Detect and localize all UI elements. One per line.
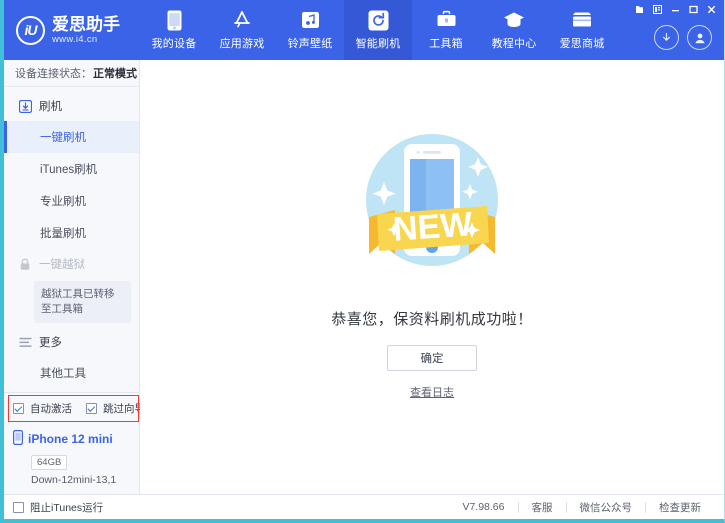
sidebar-item-label: 专业刷机 — [40, 196, 86, 208]
appstore-icon — [231, 9, 253, 31]
nav-smart-flash[interactable]: 智能刷机 — [344, 0, 412, 60]
nav-label: 应用游戏 — [220, 35, 265, 51]
success-message: 恭喜您，保资料刷机成功啦！ — [331, 308, 533, 329]
music-icon — [299, 9, 321, 31]
sidebar-item-itunes-flash[interactable]: iTunes刷机 — [4, 153, 139, 185]
app-window: iU 爱思助手 www.i4.cn 我的设备 应用游戏 — [0, 0, 725, 523]
window-controls — [632, 3, 719, 15]
list-icon — [18, 335, 32, 349]
skip-wizard-checkbox[interactable] — [86, 403, 97, 414]
device-name: iPhone 12 mini — [28, 432, 113, 446]
phone-icon — [163, 9, 185, 31]
nav-label: 教程中心 — [492, 35, 537, 51]
account-icon[interactable] — [687, 25, 712, 50]
nav-toolbox[interactable]: 工具箱 — [412, 0, 480, 60]
connection-status: 设备连接状态：正常模式 — [4, 60, 139, 87]
nav-apps-games[interactable]: 应用游戏 — [208, 0, 276, 60]
sidebar-group-label: 一键越狱 — [39, 256, 85, 272]
download-icon[interactable] — [654, 25, 679, 50]
device-title-row: iPhone 12 mini — [13, 430, 139, 448]
minimize-icon[interactable] — [668, 3, 683, 15]
nav-shop[interactable]: 爱思商城 — [548, 0, 616, 60]
close-icon[interactable] — [704, 3, 719, 15]
sidebar-item-label: 一键刷机 — [40, 132, 86, 144]
sidebar-item-download-firmware[interactable]: 下载固件 — [4, 389, 139, 392]
block-itunes-label[interactable]: 阻止iTunes运行 — [30, 500, 103, 515]
shop-icon — [571, 9, 593, 31]
header-bar: iU 爱思助手 www.i4.cn 我的设备 应用游戏 — [4, 0, 724, 60]
graduation-icon — [503, 9, 525, 31]
sidebar-bottom: 自动激活 跳过向导 iPhone 12 mini 64GB Down-12min… — [4, 392, 139, 494]
nav-label: 工具箱 — [429, 35, 463, 51]
device-capacity: 64GB — [31, 455, 67, 470]
wechat-link[interactable]: 微信公众号 — [567, 500, 646, 515]
device-model: Down-12mini-13,1 — [31, 474, 139, 486]
block-itunes-checkbox[interactable] — [13, 502, 24, 513]
connected-device[interactable]: iPhone 12 mini 64GB Down-12mini-13,1 — [4, 424, 139, 494]
nav-label: 智能刷机 — [356, 35, 401, 51]
sidebar-group-jailbreak: 一键越狱 — [4, 249, 139, 279]
refresh-icon — [367, 9, 389, 31]
status-bar: 阻止iTunes运行 V7.98.66 客服 微信公众号 检查更新 — [4, 494, 724, 519]
connection-status-value: 正常模式 — [93, 65, 137, 81]
block-itunes-group: 阻止iTunes运行 — [13, 500, 103, 515]
footer-links: V7.98.66 客服 微信公众号 检查更新 — [449, 500, 714, 515]
svg-text:NEW: NEW — [392, 205, 475, 249]
flash-icon — [18, 99, 32, 113]
main-content: NEW 恭喜您，保资料刷机成功啦！ 确定 查看日志 — [140, 60, 724, 494]
flash-options-row: 自动激活 跳过向导 — [4, 393, 139, 424]
nav-label: 我的设备 — [152, 35, 197, 51]
logo-text-block: 爱思助手 www.i4.cn — [52, 15, 120, 46]
auto-activate-label[interactable]: 自动激活 — [30, 401, 72, 416]
skin-icon[interactable] — [632, 3, 647, 15]
sidebar-group-label: 刷机 — [39, 98, 62, 114]
confirm-button[interactable]: 确定 — [387, 345, 477, 371]
jailbreak-note: 越狱工具已转移至工具箱 — [34, 281, 131, 323]
brand-name: 爱思助手 — [52, 15, 120, 34]
lock-icon — [18, 257, 32, 271]
nav-ringtones-wallpaper[interactable]: 铃声壁纸 — [276, 0, 344, 60]
sidebar-item-other-tools[interactable]: 其他工具 — [4, 357, 139, 389]
sidebar-item-label: iTunes刷机 — [40, 164, 97, 176]
phone-icon — [13, 430, 23, 448]
sidebar-group-more[interactable]: 更多 — [4, 327, 139, 357]
new-badge-illustration: NEW — [347, 115, 517, 290]
sidebar-scroll: 刷机 一键刷机 iTunes刷机 专业刷机 批量刷机 — [4, 87, 139, 392]
sidebar-item-label: 批量刷机 — [40, 228, 86, 240]
check-update-link[interactable]: 检查更新 — [646, 500, 714, 515]
sidebar-item-batch-flash[interactable]: 批量刷机 — [4, 217, 139, 249]
skip-wizard-label[interactable]: 跳过向导 — [103, 401, 145, 416]
toolbox-icon — [435, 9, 457, 31]
nav-my-device[interactable]: 我的设备 — [140, 0, 208, 60]
sidebar-item-one-key-flash[interactable]: 一键刷机 — [4, 121, 139, 153]
nav-tutorial-center[interactable]: 教程中心 — [480, 0, 548, 60]
logo-mark: iU — [16, 16, 45, 45]
connection-status-label: 设备连接状态： — [15, 65, 92, 81]
maximize-icon[interactable] — [686, 3, 701, 15]
sidebar: 设备连接状态：正常模式 刷机 一键刷机 iTunes刷机 专业刷机 — [4, 60, 140, 494]
customer-service-link[interactable]: 客服 — [519, 500, 566, 515]
version-label: V7.98.66 — [449, 501, 517, 513]
nav-label: 铃声壁纸 — [288, 35, 333, 51]
sidebar-item-label: 其他工具 — [40, 368, 86, 380]
menu-icon[interactable] — [650, 3, 665, 15]
body-region: 设备连接状态：正常模式 刷机 一键刷机 iTunes刷机 专业刷机 — [4, 60, 724, 494]
sidebar-group-flash[interactable]: 刷机 — [4, 91, 139, 121]
nav-label: 爱思商城 — [560, 35, 605, 51]
sidebar-group-label: 更多 — [39, 334, 62, 350]
brand-url: www.i4.cn — [52, 34, 120, 46]
brand-logo[interactable]: iU 爱思助手 www.i4.cn — [4, 0, 140, 60]
view-log-link[interactable]: 查看日志 — [410, 384, 454, 400]
main-navigation: 我的设备 应用游戏 铃声壁纸 智能刷机 — [140, 0, 654, 60]
auto-activate-checkbox[interactable] — [13, 403, 24, 414]
sidebar-item-pro-flash[interactable]: 专业刷机 — [4, 185, 139, 217]
